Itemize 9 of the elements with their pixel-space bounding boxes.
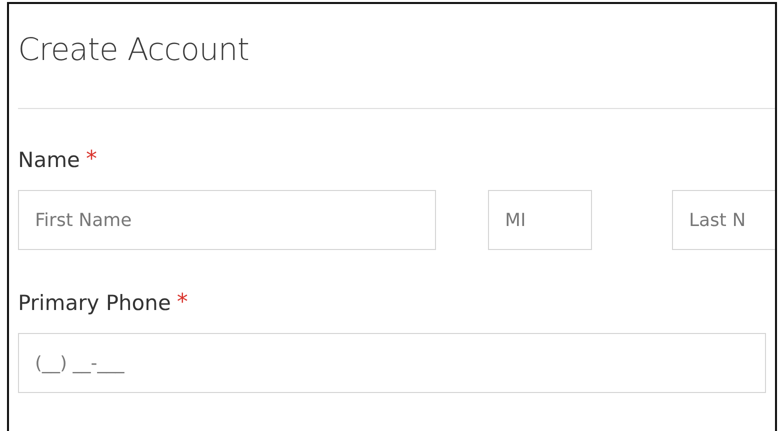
input-field[interactable]: MI	[488, 190, 592, 250]
required-mark: *	[176, 290, 188, 315]
input-field[interactable]: Last N	[672, 190, 775, 250]
required-mark: *	[86, 147, 97, 172]
field-label: Name	[18, 148, 80, 172]
input-field[interactable]: (__) __-___	[18, 333, 766, 393]
input-field[interactable]: First Name	[18, 190, 436, 250]
page-title: Create Account	[18, 31, 250, 70]
field-label: Primary Phone	[18, 290, 171, 314]
